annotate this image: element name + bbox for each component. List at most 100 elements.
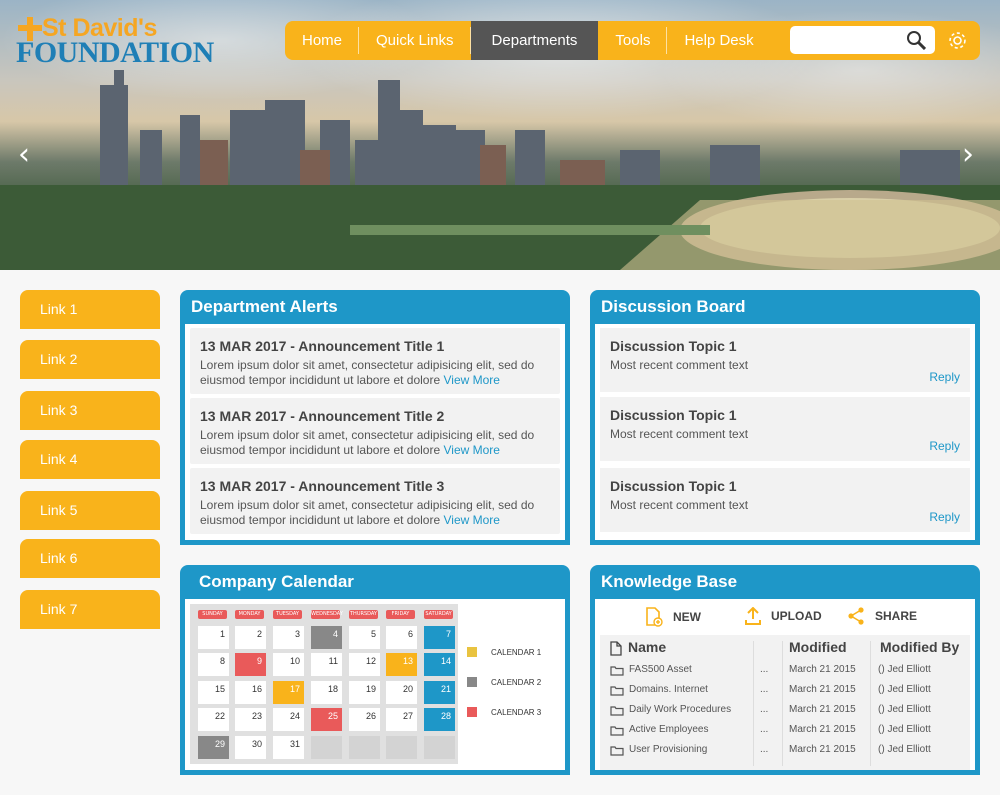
hero-next-arrow[interactable]: › bbox=[962, 140, 974, 170]
kb-file-name[interactable]: Domains. Internet bbox=[629, 684, 708, 695]
calendar-day-cell[interactable]: 13 bbox=[386, 653, 417, 676]
col-header-modified[interactable]: Modified bbox=[789, 639, 847, 655]
view-more-link[interactable]: View More bbox=[443, 373, 499, 387]
nav-departments[interactable]: Departments bbox=[470, 21, 599, 60]
calendar-day-cell[interactable]: 5 bbox=[349, 626, 380, 649]
gear-icon[interactable] bbox=[947, 30, 968, 51]
calendar-day-cell[interactable]: 12 bbox=[349, 653, 380, 676]
hero-prev-arrow[interactable]: ‹ bbox=[18, 140, 30, 170]
calendar-day-header: WEDNESDAY bbox=[311, 610, 343, 619]
new-label: NEW bbox=[673, 610, 701, 624]
calendar-day-cell[interactable]: 21 bbox=[424, 681, 455, 704]
alert-item: 13 MAR 2017 - Announcement Title 3 Lorem… bbox=[190, 468, 560, 534]
upload-button[interactable]: UPLOAD bbox=[745, 607, 822, 625]
calendar-day-cell[interactable]: 9 bbox=[235, 653, 266, 676]
col-header-name[interactable]: Name bbox=[628, 639, 666, 655]
upload-icon bbox=[745, 607, 761, 625]
sidebar-link-7[interactable]: Link 7 bbox=[20, 590, 160, 629]
kb-row-menu[interactable]: ... bbox=[760, 664, 768, 675]
calendar-day-cell[interactable]: 15 bbox=[198, 681, 229, 704]
new-button[interactable]: NEW bbox=[645, 607, 701, 627]
calendar-day-header: TUESDAY bbox=[273, 610, 302, 619]
calendar-day-cell[interactable]: 10 bbox=[273, 653, 304, 676]
legend-label: CALENDAR 1 bbox=[491, 647, 542, 657]
share-label: SHARE bbox=[875, 609, 918, 623]
calendar-day-cell[interactable]: 26 bbox=[349, 708, 380, 731]
calendar-day-cell[interactable]: 8 bbox=[198, 653, 229, 676]
calendar-day-cell[interactable]: 4 bbox=[311, 626, 342, 649]
share-button[interactable]: SHARE bbox=[847, 607, 917, 625]
discussion-item: Discussion Topic 1 Most recent comment t… bbox=[600, 468, 970, 532]
calendar-day-header: SATURDAY bbox=[424, 610, 453, 619]
calendar-grid: SUNDAY MONDAY TUESDAY WEDNESDAY THURSDAY FRID… bbox=[190, 604, 458, 764]
calendar-day-cell[interactable]: 29 bbox=[198, 736, 229, 759]
topic-title[interactable]: Discussion Topic 1 bbox=[610, 338, 960, 354]
calendar-day-cell[interactable]: 3 bbox=[273, 626, 304, 649]
kb-file-name[interactable]: Active Employees bbox=[629, 724, 708, 735]
sidebar-link-3[interactable]: Link 3 bbox=[20, 391, 160, 430]
sidebar-link-5[interactable]: Link 5 bbox=[20, 491, 160, 530]
col-header-modified-by[interactable]: Modified By bbox=[880, 639, 959, 655]
calendar-day-cell[interactable]: 14 bbox=[424, 653, 455, 676]
kb-row-menu[interactable]: ... bbox=[760, 704, 768, 715]
folder-icon bbox=[610, 706, 624, 716]
calendar-empty-cell bbox=[311, 736, 342, 759]
calendar-day-cell[interactable]: 6 bbox=[386, 626, 417, 649]
calendar-day-cell[interactable]: 20 bbox=[386, 681, 417, 704]
kb-modified-by: () Jed Elliott bbox=[878, 724, 931, 735]
folder-icon bbox=[610, 666, 624, 676]
kb-modified-by: () Jed Elliott bbox=[878, 684, 931, 695]
site-logo[interactable]: St David's FOUNDATION bbox=[16, 14, 221, 69]
kb-row-menu[interactable]: ... bbox=[760, 744, 768, 755]
folder-icon bbox=[610, 686, 624, 696]
calendar-day-cell[interactable]: 18 bbox=[311, 681, 342, 704]
calendar-day-cell[interactable]: 24 bbox=[273, 708, 304, 731]
nav-tools[interactable]: Tools bbox=[598, 21, 668, 60]
kb-file-name[interactable]: User Provisioning bbox=[629, 744, 707, 755]
kb-row-menu[interactable]: ... bbox=[760, 684, 768, 695]
calendar-day-cell[interactable]: 16 bbox=[235, 681, 266, 704]
calendar-day-cell[interactable]: 28 bbox=[424, 708, 455, 731]
calendar-day-cell[interactable]: 11 bbox=[311, 653, 342, 676]
view-more-link[interactable]: View More bbox=[443, 443, 499, 457]
reply-link[interactable]: Reply bbox=[929, 439, 960, 453]
calendar-day-cell[interactable]: 19 bbox=[349, 681, 380, 704]
legend-swatch bbox=[467, 707, 477, 717]
alert-body: Lorem ipsum dolor sit amet, consectetur … bbox=[200, 358, 550, 388]
nav-quick-links[interactable]: Quick Links bbox=[359, 21, 471, 60]
calendar-day-cell[interactable]: 31 bbox=[273, 736, 304, 759]
view-more-link[interactable]: View More bbox=[443, 513, 499, 527]
sidebar-link-1[interactable]: Link 1 bbox=[20, 290, 160, 329]
calendar-empty-cell bbox=[349, 736, 380, 759]
kb-modified-by: () Jed Elliott bbox=[878, 744, 931, 755]
calendar-day-cell[interactable]: 23 bbox=[235, 708, 266, 731]
sidebar-link-4[interactable]: Link 4 bbox=[20, 440, 160, 479]
topic-title[interactable]: Discussion Topic 1 bbox=[610, 478, 960, 494]
calendar-day-cell[interactable]: 25 bbox=[311, 708, 342, 731]
knowledge-base-panel: Knowledge Base NEW UPLOAD SHARE Name Mod… bbox=[590, 565, 980, 775]
search-input[interactable] bbox=[790, 26, 900, 54]
sidebar-link-2[interactable]: Link 2 bbox=[20, 340, 160, 379]
kb-file-name[interactable]: FAS500 Asset bbox=[629, 664, 692, 675]
department-alerts-panel: Department Alerts 13 MAR 2017 - Announce… bbox=[180, 290, 570, 545]
search-icon[interactable] bbox=[906, 30, 926, 50]
calendar-day-cell[interactable]: 2 bbox=[235, 626, 266, 649]
calendar-day-cell[interactable]: 17 bbox=[273, 681, 304, 704]
calendar-day-cell[interactable]: 27 bbox=[386, 708, 417, 731]
column-divider bbox=[782, 641, 783, 766]
alert-item: 13 MAR 2017 - Announcement Title 2 Lorem… bbox=[190, 398, 560, 464]
topic-title[interactable]: Discussion Topic 1 bbox=[610, 407, 960, 423]
alert-heading: 13 MAR 2017 - Announcement Title 2 bbox=[200, 408, 445, 424]
calendar-day-cell[interactable]: 30 bbox=[235, 736, 266, 759]
sidebar-link-6[interactable]: Link 6 bbox=[20, 539, 160, 578]
reply-link[interactable]: Reply bbox=[929, 370, 960, 384]
nav-help-desk[interactable]: Help Desk bbox=[667, 21, 770, 60]
reply-link[interactable]: Reply bbox=[929, 510, 960, 524]
kb-row-menu[interactable]: ... bbox=[760, 724, 768, 735]
nav-home[interactable]: Home bbox=[285, 21, 360, 60]
calendar-day-cell[interactable]: 1 bbox=[198, 626, 229, 649]
kb-file-name[interactable]: Daily Work Procedures bbox=[629, 704, 731, 715]
calendar-day-cell[interactable]: 7 bbox=[424, 626, 455, 649]
search-box bbox=[790, 26, 935, 54]
calendar-day-cell[interactable]: 22 bbox=[198, 708, 229, 731]
